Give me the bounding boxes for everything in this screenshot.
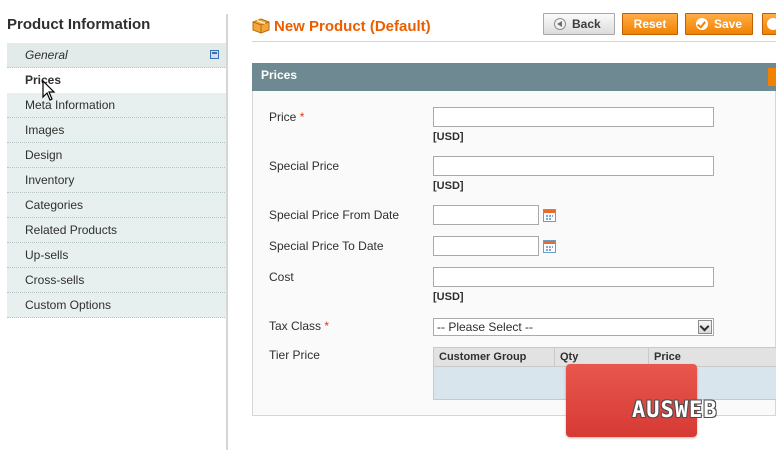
calendar-icon[interactable] [543,209,556,222]
cost-input[interactable] [433,267,714,287]
cost-currency: [USD] [433,291,464,303]
tax-class-label-text: Tax Class [269,319,322,333]
special-price-currency: [USD] [433,180,464,192]
product-box-icon [252,18,270,34]
price-input[interactable] [433,107,714,127]
mouse-cursor-icon [42,80,56,101]
reset-button[interactable]: Reset [622,13,678,35]
save-button[interactable]: Save [685,13,753,35]
column-customer-group: Customer Group [434,348,555,366]
tab-prices[interactable]: Prices [7,68,227,93]
changed-icon [210,50,219,59]
tab-label: Custom Options [25,298,112,312]
section-title: Prices [261,68,298,82]
required-mark: * [324,319,330,333]
tab-custom-options[interactable]: Custom Options [7,293,227,318]
tab-label: Design [25,148,63,162]
tab-label: Meta Information [25,98,116,112]
chevron-down-icon [698,320,712,334]
tab-up-sells[interactable]: Up-sells [7,243,227,268]
sidebar: Product Information General Prices Meta … [0,0,228,450]
tab-cross-sells[interactable]: Cross-sells [7,268,227,293]
special-from-date-input[interactable] [433,205,539,225]
page-header: New Product (Default) Back Reset Save [252,13,776,43]
save-and-continue-button[interactable] [762,13,776,35]
required-mark: * [299,110,305,124]
prices-fieldset: Prices Price * [USD] Special Price [USD]… [252,63,776,417]
tax-class-select[interactable]: -- Please Select -- [433,318,714,336]
save-button-label: Save [714,17,743,31]
price-label-text: Price [269,110,297,124]
special-price-label: Special Price [269,159,340,173]
tab-general[interactable]: General [7,43,227,68]
tab-categories[interactable]: Categories [7,193,227,218]
tab-label: Up-sells [25,248,69,262]
tax-class-selected: -- Please Select -- [437,320,534,334]
back-button-label: Back [572,17,601,31]
calendar-icon[interactable] [543,240,556,253]
section-action-button[interactable] [768,68,776,86]
tab-label: Categories [25,198,84,212]
prices-section-header: Prices [252,63,776,91]
tab-images[interactable]: Images [7,118,227,143]
special-to-date-input[interactable] [433,236,539,256]
tab-label: Related Products [25,223,118,237]
watermark-text: AUSWEB [632,398,718,423]
back-button[interactable]: Back [543,13,615,35]
special-price-input[interactable] [433,156,714,176]
page-title: New Product (Default) [274,18,431,35]
reset-button-label: Reset [633,17,667,31]
price-currency: [USD] [433,131,464,143]
checkmark-icon [767,18,776,30]
tab-related-products[interactable]: Related Products [7,218,227,243]
price-label: Price * [269,110,304,124]
tab-inventory[interactable]: Inventory [7,168,227,193]
cost-label: Cost [269,270,294,284]
prices-form: Price * [USD] Special Price [USD] Specia… [252,91,776,416]
product-tabs: General Prices Meta Information Images D… [7,43,227,318]
header-divider [252,41,776,42]
sidebar-title: Product Information [7,16,151,33]
column-divider [226,14,228,450]
tab-meta-information[interactable]: Meta Information [7,93,227,118]
tab-label: General [25,48,68,62]
tab-label: Inventory [25,173,75,187]
tab-label: Cross-sells [25,273,85,287]
special-to-label: Special Price To Date [269,239,384,253]
back-arrow-icon [554,18,566,30]
tax-class-label: Tax Class * [269,319,329,333]
special-from-label: Special Price From Date [269,208,400,222]
tier-price-label: Tier Price [269,348,320,362]
tab-label: Images [25,123,65,137]
tab-design[interactable]: Design [7,143,227,168]
checkmark-icon [696,18,708,30]
